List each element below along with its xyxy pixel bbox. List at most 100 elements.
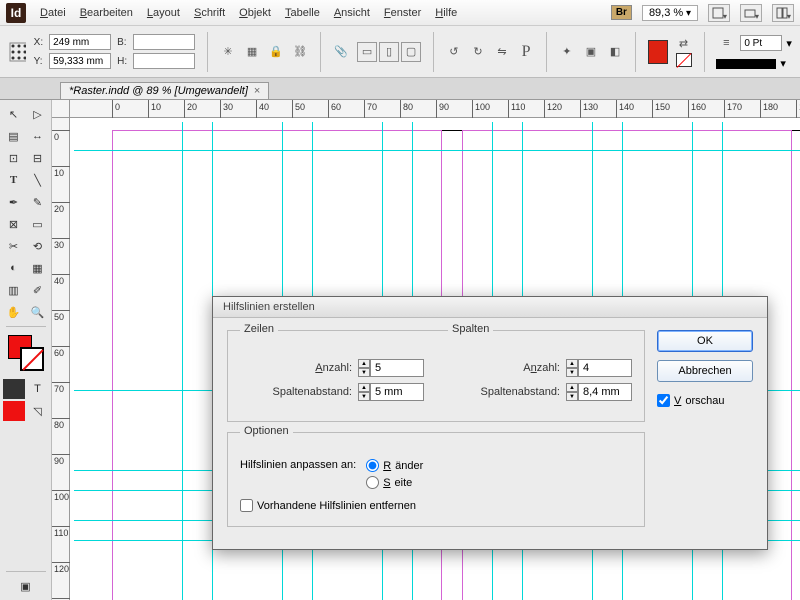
pencil-tool-icon[interactable]: ✎	[27, 192, 49, 212]
frame-tool-icon[interactable]: ⊠	[3, 214, 25, 234]
b-input[interactable]	[133, 34, 195, 50]
spin-up-icon[interactable]: ▲	[358, 359, 370, 368]
selection-tool-icon[interactable]: ↖	[3, 104, 25, 124]
direct-select-tool-icon[interactable]: ▷	[27, 104, 49, 124]
bridge-badge[interactable]: Br	[611, 5, 632, 20]
preview-checkbox[interactable]: Vorschau	[657, 394, 753, 407]
chevron-down-icon[interactable]: ▾	[786, 37, 792, 50]
note-tool-icon[interactable]: ▥	[3, 280, 25, 300]
app-logo-icon: Id	[6, 3, 26, 23]
pen-tool-icon[interactable]: ✒	[3, 192, 25, 212]
screen-mode-dropdown[interactable]	[740, 4, 762, 22]
paragraph-icon[interactable]: P	[518, 42, 534, 62]
close-icon[interactable]: ×	[254, 85, 260, 97]
corner-icon[interactable]: ◧	[607, 42, 623, 62]
rows-count-input[interactable]	[370, 359, 424, 377]
view-mode-dropdown[interactable]	[708, 4, 730, 22]
menu-layout[interactable]: Layout	[147, 7, 180, 19]
menu-schrift[interactable]: Schrift	[194, 7, 225, 19]
spin-down-icon[interactable]: ▼	[358, 368, 370, 377]
fit-page-radio[interactable]: Seite	[366, 476, 423, 489]
menu-bearbeiten[interactable]: Bearbeiten	[80, 7, 133, 19]
rotate-right-icon[interactable]: ↻	[470, 42, 486, 62]
link-icon[interactable]: ⛓	[292, 42, 308, 62]
color-mode-icon[interactable]	[3, 401, 25, 421]
rows-gutter-input[interactable]	[370, 383, 424, 401]
spin-down-icon[interactable]: ▼	[358, 392, 370, 401]
cols-count-input[interactable]	[578, 359, 632, 377]
spin-up-icon[interactable]: ▲	[566, 359, 578, 368]
gradient-mode-icon[interactable]: ◹	[27, 401, 49, 421]
spin-up-icon[interactable]: ▲	[358, 383, 370, 392]
chevron-down-icon[interactable]: ▾	[780, 57, 786, 70]
reference-point-icon[interactable]	[8, 41, 26, 63]
ruler-origin[interactable]	[52, 100, 70, 118]
h-input[interactable]	[133, 53, 195, 69]
cols-gutter-input[interactable]	[578, 383, 632, 401]
tab-title: *Raster.indd @ 89 % [Umgewandelt]	[69, 85, 248, 97]
apply-color-icon[interactable]	[3, 379, 25, 399]
zoom-tool-icon[interactable]: 🔍	[27, 302, 49, 322]
lock-icon[interactable]: 🔒	[268, 42, 284, 62]
menu-datei[interactable]: Datei	[40, 7, 66, 19]
none-color-icon[interactable]	[676, 53, 692, 67]
apply-text-icon[interactable]: T	[27, 379, 49, 399]
y-input[interactable]	[49, 53, 111, 69]
create-guides-dialog: Hilfslinien erstellen Zeilen Anzahl: ▲▼	[212, 296, 768, 550]
fill-stroke-swatch[interactable]	[8, 335, 44, 371]
document-tab[interactable]: *Raster.indd @ 89 % [Umgewandelt] ×	[60, 82, 269, 99]
cols-gutter-label: Spaltenabstand:	[480, 386, 560, 398]
menu-hilfe[interactable]: Hilfe	[435, 7, 457, 19]
rotate-left-icon[interactable]: ↺	[446, 42, 462, 62]
type-tool-icon[interactable]: T	[3, 170, 25, 190]
menu-objekt[interactable]: Objekt	[239, 7, 271, 19]
spin-up-icon[interactable]: ▲	[566, 383, 578, 392]
ruler-vertical[interactable]: 0102030405060708090100110120130	[52, 118, 70, 600]
gradient2-tool-icon[interactable]: ▦	[27, 258, 49, 278]
ruler-horizontal[interactable]: 0102030405060708090100110120130140150160…	[70, 100, 800, 118]
cols-legend: Spalten	[448, 323, 493, 335]
align2-icon[interactable]: ▯	[379, 42, 399, 62]
bug-icon[interactable]: ✳	[220, 42, 236, 62]
remove-existing-checkbox[interactable]: Vorhandene Hilfslinien entfernen	[240, 499, 632, 512]
x-input[interactable]	[49, 34, 111, 50]
page-tool-icon[interactable]: ▤	[3, 126, 25, 146]
stroke-weight-input[interactable]	[740, 35, 782, 51]
transform-tool-icon[interactable]: ⟲	[27, 236, 49, 256]
clip-icon[interactable]: 📎	[333, 42, 349, 62]
grid-icon[interactable]: ▦	[244, 42, 260, 62]
rows-gutter-label: Spaltenabstand:	[272, 386, 352, 398]
align1-icon[interactable]: ▭	[357, 42, 377, 62]
gap-tool-icon[interactable]: ↔	[27, 126, 49, 146]
menu-fenster[interactable]: Fenster	[384, 7, 421, 19]
hand-tool-icon[interactable]: ✋	[3, 302, 25, 322]
spin-down-icon[interactable]: ▼	[566, 392, 578, 401]
effects-icon[interactable]: ✦	[559, 42, 575, 62]
content-tool2-icon[interactable]: ⊟	[27, 148, 49, 168]
spin-down-icon[interactable]: ▼	[566, 368, 578, 377]
arrange-dropdown[interactable]	[772, 4, 794, 22]
ok-button[interactable]: OK	[657, 330, 753, 352]
flip-icon[interactable]: ⇋	[494, 42, 510, 62]
line-tool-icon[interactable]: ╲	[27, 170, 49, 190]
stroke-style-preview[interactable]	[716, 59, 776, 69]
fit-margins-radio[interactable]: Ränder	[366, 459, 423, 472]
menu-ansicht[interactable]: Ansicht	[334, 7, 370, 19]
zoom-level[interactable]: 89,3 % ▾	[642, 5, 698, 21]
fill-color-swatch[interactable]	[648, 40, 668, 64]
canvas[interactable]: 0102030405060708090100110120130140150160…	[52, 100, 800, 600]
content-tool-icon[interactable]: ⊡	[3, 148, 25, 168]
eyedrop-tool-icon[interactable]: ✐	[27, 280, 49, 300]
swap-color-icon[interactable]: ⇄	[676, 37, 692, 51]
dialog-title: Hilfslinien erstellen	[213, 297, 767, 318]
align3-icon[interactable]: ▢	[401, 42, 421, 62]
guide-vertical[interactable]	[182, 122, 183, 600]
menu-tabelle[interactable]: Tabelle	[285, 7, 320, 19]
guide-horizontal[interactable]	[74, 150, 800, 151]
wrap-icon[interactable]: ▣	[583, 42, 599, 62]
scissors-tool-icon[interactable]: ✂	[3, 236, 25, 256]
gradient-tool-icon[interactable]: ◐	[3, 258, 25, 278]
rect-tool-icon[interactable]: ▭	[27, 214, 49, 234]
screen-mode-icon[interactable]: ▣	[6, 576, 46, 596]
cancel-button[interactable]: Abbrechen	[657, 360, 753, 382]
